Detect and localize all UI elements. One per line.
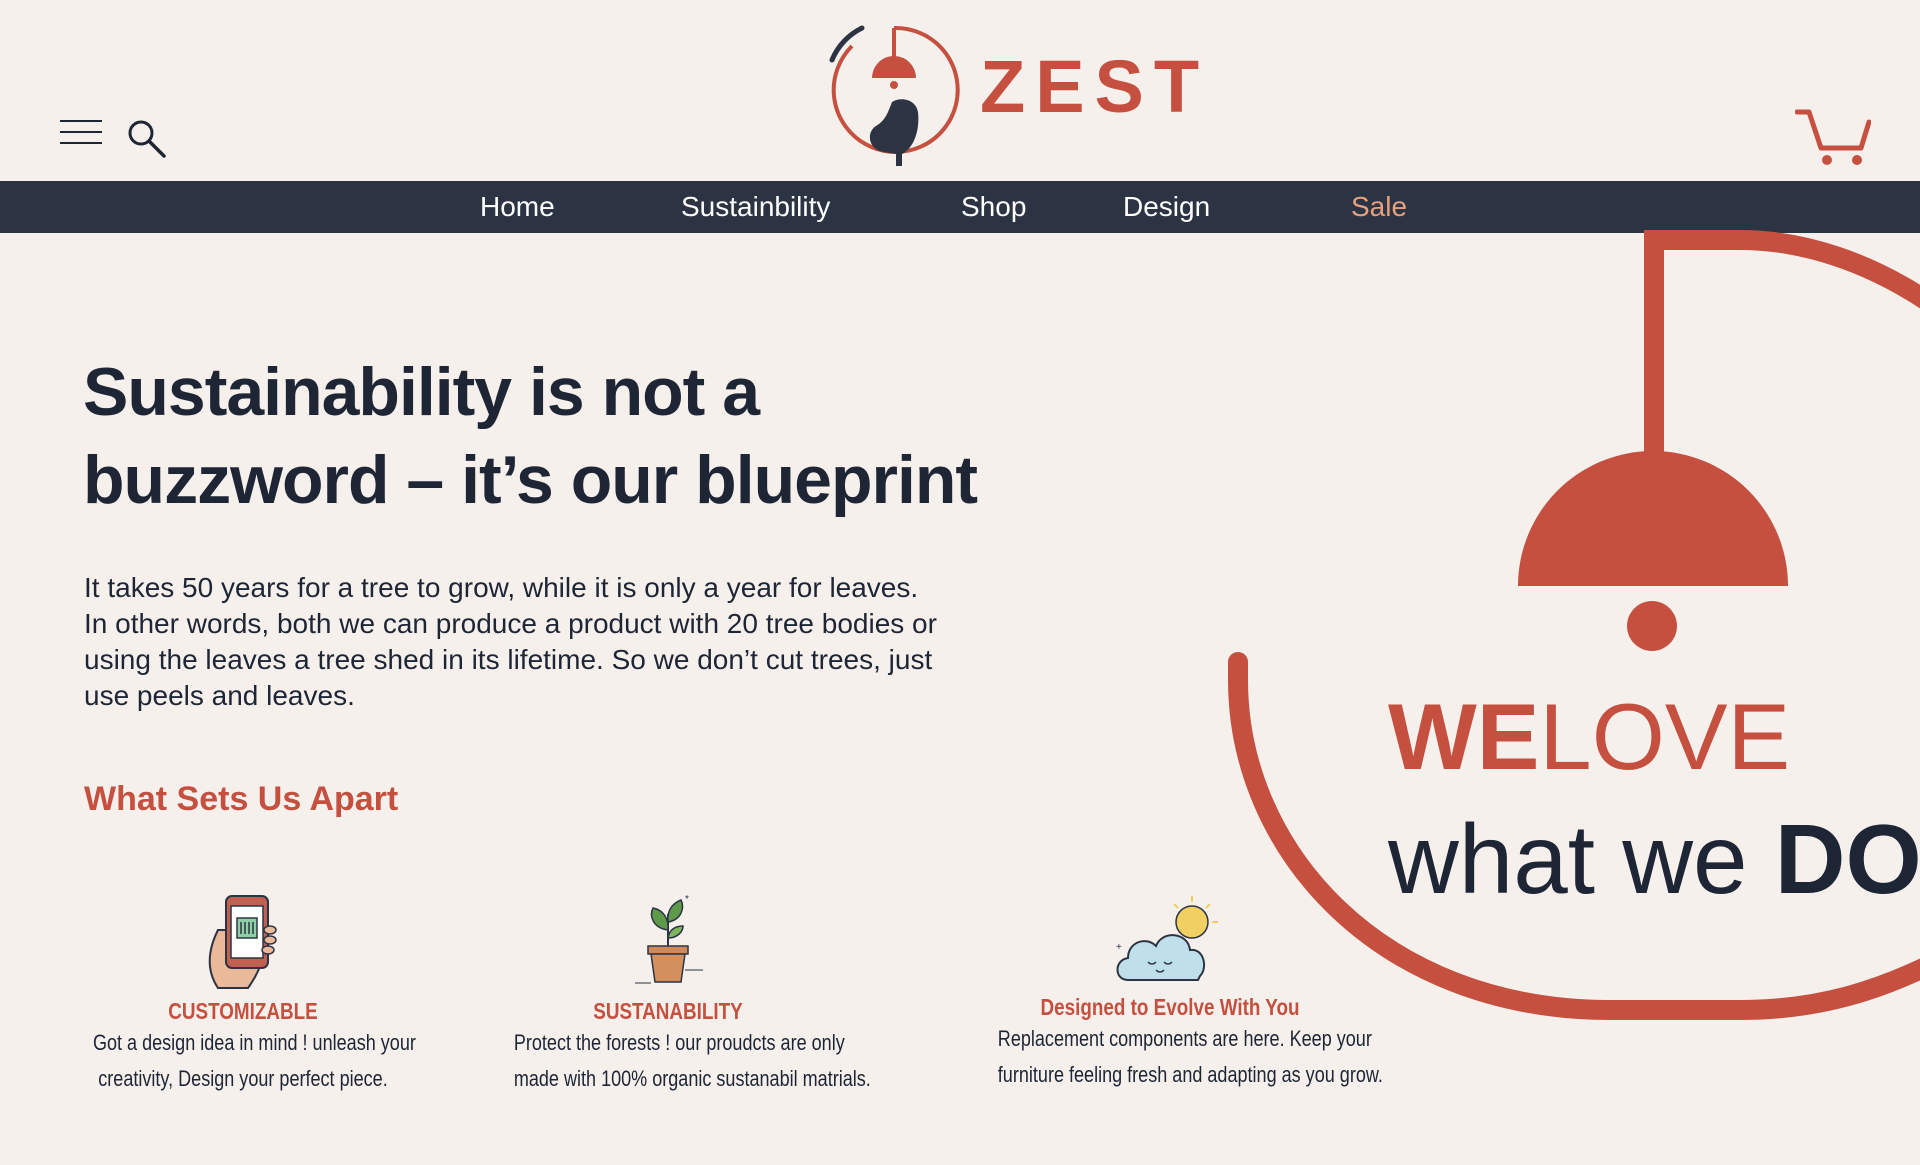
nav-item-sustainability[interactable]: Sustainbility xyxy=(681,181,830,233)
hero-title-line-1: Sustainability is not a xyxy=(83,354,760,430)
nav-item-sale[interactable]: Sale xyxy=(1351,181,1407,233)
hero-title-line-2: buzzword – it’s our blueprint xyxy=(83,442,978,518)
slogan-line-1: WELOVE xyxy=(1388,690,1790,784)
svg-text:*: * xyxy=(685,894,689,905)
slogan-what-we: what we xyxy=(1388,804,1775,914)
feature-desc-line-2: made with 100% organic sustanabil matria… xyxy=(513,1066,871,1091)
slogan-line-2: what we DO xyxy=(1388,810,1920,908)
hero-description: It takes 50 years for a tree to grow, wh… xyxy=(84,572,937,711)
hero-title: Sustainability is not a buzzword – it’s … xyxy=(83,348,1043,524)
feature-desc-line-1: Protect the forests ! our proudcts are o… xyxy=(513,1030,845,1055)
plant-pot-icon: * xyxy=(635,894,703,984)
feature-title: CUSTOMIZABLE xyxy=(168,998,318,1024)
slogan-love: LOVE xyxy=(1539,684,1791,789)
site-header: ZEST xyxy=(0,0,1920,180)
nav-item-shop[interactable]: Shop xyxy=(961,181,1026,233)
zest-logo-icon[interactable] xyxy=(822,20,964,166)
nav-item-home[interactable]: Home xyxy=(480,181,555,233)
cart-icon[interactable] xyxy=(1795,104,1871,168)
section-title: What Sets Us Apart xyxy=(84,780,399,818)
nav-item-design[interactable]: Design xyxy=(1123,181,1210,233)
search-icon[interactable] xyxy=(124,116,168,160)
main-nav: Home Sustainbility Shop Design Sale xyxy=(0,181,1920,233)
feature-title: SUSTANABILITY xyxy=(593,998,743,1024)
hamburger-menu-icon[interactable] xyxy=(60,120,102,150)
feature-desc-line-1: Got a design idea in mind ! unleash your xyxy=(92,1030,416,1055)
phone-hand-icon xyxy=(208,895,277,989)
feature-desc-line-2: creativity, Design your perfect piece. xyxy=(98,1066,388,1091)
svg-text:+: + xyxy=(1116,942,1122,953)
slogan-do: DO xyxy=(1774,804,1920,914)
slogan-we: WE xyxy=(1388,684,1540,789)
feature-customizable: CUSTOMIZABLE Got a design idea in mind !… xyxy=(60,890,426,1097)
brand-name[interactable]: ZEST xyxy=(980,50,1209,124)
feature-desc-line-2: furniture feeling fresh and adapting as … xyxy=(997,1062,1383,1087)
feature-sustainability: * SUSTANABILITY Protect the forests ! ou… xyxy=(480,890,871,1097)
